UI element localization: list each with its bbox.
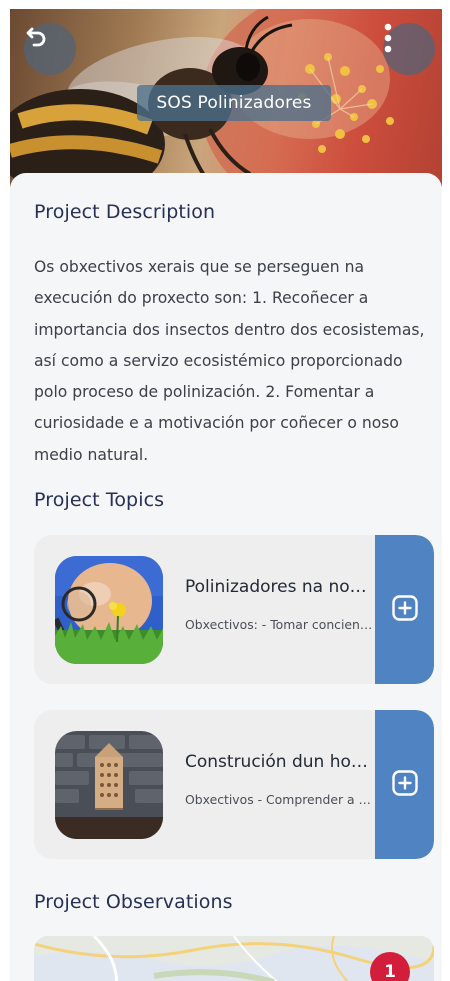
add-topic-button[interactable] <box>375 535 434 684</box>
add-topic-button[interactable] <box>375 710 434 859</box>
plus-square-icon <box>391 769 418 800</box>
project-title: SOS Polinizadores <box>137 85 331 121</box>
topic-subtitle: Obxectivos - Comprender a importancia <box>185 792 373 807</box>
back-button[interactable] <box>24 23 76 75</box>
description-text: Os obxectivos xerais que se perseguen na… <box>34 258 425 464</box>
topic-title: Construción dun hotel de insectos <box>185 752 373 772</box>
topic-thumbnail <box>55 556 163 664</box>
topic-subtitle: Obxectivos: - Tomar conciencia da import… <box>185 617 373 632</box>
topics-heading: Project Topics <box>34 489 165 511</box>
project-cover-image: SOS Polinizadores <box>10 9 442 187</box>
observations-heading: Project Observations <box>34 891 233 913</box>
topic-thumbnail <box>55 731 163 839</box>
more-options-button[interactable] <box>383 23 435 75</box>
app-screen: SOS Polinizadores Project Description Os… <box>10 9 442 981</box>
topic-card[interactable]: Polinizadores na nossa contorna Obxectiv… <box>34 535 434 684</box>
topic-card[interactable]: Construción dun hotel de insectos Obxect… <box>34 710 434 859</box>
description-heading: Project Description <box>34 201 216 223</box>
project-content: Project Description Os obxectivos xerais… <box>10 173 442 981</box>
topic-title: Polinizadores na nossa contorna <box>185 577 373 597</box>
plus-square-icon <box>391 594 418 625</box>
